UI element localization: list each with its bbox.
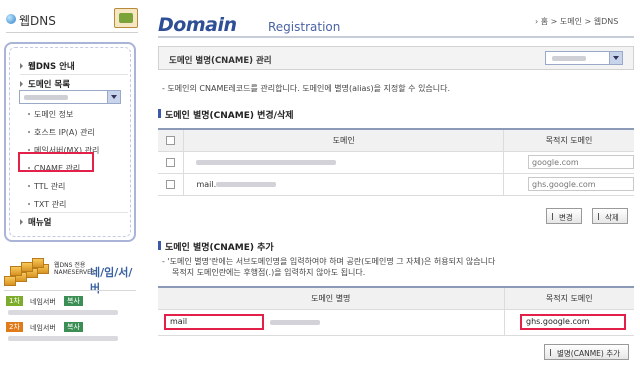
secondary-nameserver-row: 2차 네임서버 복사 bbox=[6, 322, 134, 334]
server-boxes-icon bbox=[4, 256, 49, 288]
nameserver-title: 네/임/서/버 bbox=[90, 266, 133, 295]
domain-select-value bbox=[24, 95, 68, 100]
sidebar-item-ttl[interactable]: TTL 관리 bbox=[34, 181, 65, 192]
page-title: Domain bbox=[158, 14, 237, 36]
domain-cell bbox=[183, 151, 504, 174]
sidebar-item-txt[interactable]: TXT 관리 bbox=[34, 199, 66, 210]
col-target: 목적지 도메인 bbox=[504, 287, 634, 310]
table-row: mail. bbox=[158, 173, 634, 196]
cname-highlight bbox=[18, 152, 94, 172]
nameserver-panel: 웹DNS 전용 NAMESERVER 네/임/서/버 1차 네임서버 복사 2차… bbox=[4, 256, 136, 352]
edit-section-title: 도메인 별명(CNAME) 변경/삭제 bbox=[158, 108, 294, 121]
logo-text: 웹DNS bbox=[19, 14, 56, 28]
domain-select[interactable] bbox=[19, 90, 121, 104]
section-header-bar: 도메인 별명(CNAME) 관리 bbox=[158, 46, 634, 70]
secondary-nameserver-value bbox=[8, 336, 118, 341]
primary-nameserver-row: 1차 네임서버 복사 bbox=[6, 296, 134, 308]
sidebar-item-domain-info[interactable]: 도메인 정보 bbox=[34, 109, 73, 120]
sidebar-menu: 웹DNS 안내 도메인 목록 도메인 정보 호스트 IP(A) 관리 메일서버(… bbox=[4, 42, 136, 242]
chevron-right-icon bbox=[20, 219, 23, 225]
table-row bbox=[158, 151, 634, 174]
chevron-down-icon[interactable] bbox=[107, 91, 120, 103]
target-input[interactable] bbox=[527, 155, 634, 169]
nameserver-caption-en: NAMESERVER bbox=[54, 269, 96, 276]
sidebar-item-host-ip[interactable]: 호스트 IP(A) 관리 bbox=[34, 127, 95, 138]
note-line-2: 목적지 도메인란에는 후행점(.)을 입력하지 않아도 됩니다. bbox=[172, 268, 366, 277]
webdns-badge-icon bbox=[114, 8, 138, 28]
domain-cell: mail. bbox=[183, 173, 504, 196]
col-domain: 도메인 bbox=[183, 129, 504, 152]
domain-suffix-redacted bbox=[270, 320, 320, 325]
note-line-1: - '도메인 별명'란에는 서브도메인명을 입력하여야 하며 공란(도메인명 그… bbox=[162, 257, 496, 266]
alias-input[interactable]: mail bbox=[164, 314, 264, 330]
sidebar-item-domain-list[interactable]: 도메인 목록 bbox=[28, 78, 70, 90]
chevron-right-icon bbox=[20, 81, 23, 87]
primary-badge: 1차 bbox=[6, 296, 23, 306]
nameserver-caption: 웹DNS 전용 bbox=[54, 262, 86, 269]
domain-name-redacted bbox=[196, 159, 337, 165]
globe-icon bbox=[6, 14, 16, 24]
domain-select-main-value bbox=[552, 56, 586, 61]
change-button[interactable]: 변경 bbox=[546, 208, 582, 224]
chevron-right-icon bbox=[20, 63, 23, 69]
bar-title: 도메인 별명(CNAME) 관리 bbox=[169, 56, 272, 66]
sidebar-logo[interactable]: 웹DNS bbox=[6, 8, 138, 30]
col-target: 목적지 도메인 bbox=[503, 129, 634, 152]
delete-button[interactable]: 삭제 bbox=[592, 208, 628, 224]
chevron-down-icon[interactable] bbox=[609, 52, 622, 64]
target-input[interactable] bbox=[527, 177, 634, 191]
row-checkbox[interactable] bbox=[166, 179, 176, 189]
secondary-badge: 2차 bbox=[6, 322, 23, 332]
primary-label: 네임서버 bbox=[30, 298, 56, 306]
breadcrumb[interactable]: › 홈 > 도메인 > 웹DNS bbox=[535, 16, 618, 27]
add-cname-button[interactable]: 별명(CANME) 추가 bbox=[544, 344, 630, 360]
cname-edit-table: 도메인 목적지 도메인 mail. bbox=[158, 128, 634, 196]
row-checkbox[interactable] bbox=[166, 157, 176, 167]
col-alias: 도메인 별명 bbox=[158, 287, 505, 310]
select-all-checkbox[interactable] bbox=[166, 135, 176, 145]
description: - 도메인의 CNAME레코드를 관리합니다. 도메인에 별명(alias)을 … bbox=[162, 84, 451, 93]
copy-secondary-button[interactable]: 복사 bbox=[64, 322, 83, 332]
sidebar-item-webdns-info[interactable]: 웹DNS 안내 bbox=[28, 60, 75, 72]
domain-name-redacted bbox=[216, 181, 277, 187]
add-section-title: 도메인 별명(CNAME) 추가 bbox=[158, 240, 274, 253]
copy-primary-button[interactable]: 복사 bbox=[64, 296, 83, 306]
sidebar-item-manual[interactable]: 매뉴얼 bbox=[28, 216, 51, 228]
domain-select-main[interactable] bbox=[545, 51, 623, 65]
divider bbox=[6, 32, 138, 33]
target-domain-input[interactable]: ghs.google.com bbox=[520, 314, 626, 330]
secondary-label: 네임서버 bbox=[30, 324, 56, 332]
page-subtitle: Registration bbox=[268, 20, 341, 34]
primary-nameserver-value bbox=[8, 310, 118, 315]
